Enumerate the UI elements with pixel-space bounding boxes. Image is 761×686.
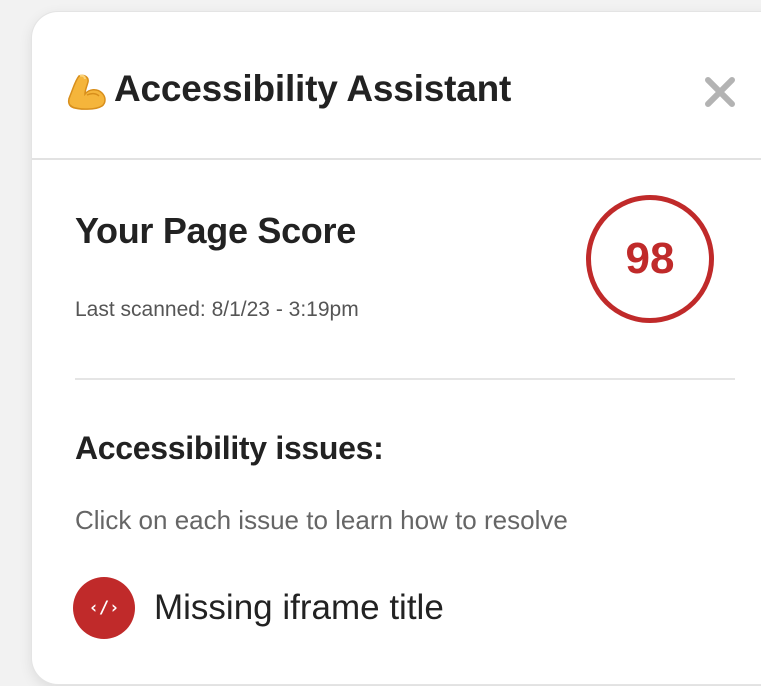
close-icon [705,77,735,107]
close-button[interactable] [700,72,744,116]
accessibility-assistant-panel: Accessibility Assistant Your Page Score … [32,12,761,684]
panel-header: Accessibility Assistant [32,12,761,160]
issue-label: Missing iframe title [154,588,444,627]
score-value: 98 [625,234,675,283]
code-icon: ‹/› [73,577,135,639]
issues-heading: Accessibility issues: [75,430,384,466]
score-badge: 98 [586,195,714,323]
panel-title: Accessibility Assistant [114,68,512,109]
section-divider [75,378,735,380]
last-scanned-text: Last scanned: 8/1/23 - 3:19pm [75,298,359,321]
issue-item-missing-iframe-title[interactable]: ‹/› Missing iframe title [73,577,444,639]
flexed-biceps-icon [65,72,109,110]
issues-help-text: Click on each issue to learn how to reso… [75,505,568,535]
page-score-heading: Your Page Score [75,210,356,251]
